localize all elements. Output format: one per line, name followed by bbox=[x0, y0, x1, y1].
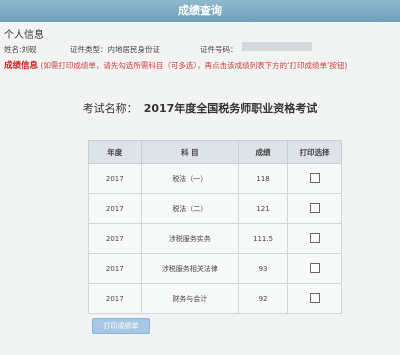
year-cell: 2017 bbox=[88, 163, 142, 194]
print-checkbox[interactable] bbox=[309, 232, 320, 243]
print-select-cell bbox=[287, 193, 342, 224]
print-select-cell bbox=[287, 163, 342, 194]
score-notice: 成绩信息 (如需打印成绩单，请先勾选所需科目（可多选），再点击该成绩列表下方的‘… bbox=[4, 60, 396, 72]
exam-name: 考试名称： 2017年度全国税务师职业资格考试 bbox=[0, 100, 400, 116]
exam-name-label: 考试名称： bbox=[82, 102, 138, 115]
table-row: 2017 财务与会计 92 bbox=[88, 283, 342, 314]
print-select-cell bbox=[287, 223, 342, 254]
table-row: 2017 涉税服务相关法律 93 bbox=[88, 253, 342, 284]
year-cell: 2017 bbox=[88, 283, 142, 314]
score-cell: 111.5 bbox=[238, 223, 289, 254]
print-checkbox[interactable] bbox=[309, 262, 320, 273]
page-title: 成绩查询 bbox=[178, 4, 222, 17]
print-select-cell bbox=[287, 253, 342, 284]
table-row: 2017 税法（二） 121 bbox=[88, 193, 342, 224]
score-cell: 121 bbox=[238, 193, 289, 224]
personal-info-heading: 个人信息 bbox=[4, 30, 44, 41]
id-number-field: 证件号码： bbox=[200, 42, 312, 58]
year-cell: 2017 bbox=[88, 223, 142, 254]
score-info-label: 成绩信息 bbox=[4, 61, 39, 71]
subject-cell: 税法（二） bbox=[140, 193, 240, 224]
personal-info-row: 姓名:刘砚 证件类型：内地居民身份证 证件号码： bbox=[4, 42, 396, 58]
page-title-bar: 成绩查询 bbox=[0, 0, 400, 22]
subject-cell: 涉税服务相关法律 bbox=[140, 253, 240, 284]
subject-cell: 财务与会计 bbox=[140, 283, 240, 314]
table-row: 2017 涉税服务实务 111.5 bbox=[88, 223, 342, 254]
year-cell: 2017 bbox=[88, 253, 142, 284]
subject-cell: 税法（一） bbox=[140, 163, 240, 194]
print-score-button[interactable]: 打印成绩单 bbox=[92, 318, 150, 334]
subject-cell: 涉税服务实务 bbox=[140, 223, 240, 254]
print-select-cell bbox=[287, 283, 342, 314]
id-number-label: 证件号码： bbox=[200, 45, 238, 54]
exam-name-value: 2017年度全国税务师职业资格考试 bbox=[143, 102, 318, 115]
table-header-row: 年度 科 目 成绩 打印选择 bbox=[88, 140, 342, 164]
print-checkbox[interactable] bbox=[309, 172, 320, 183]
year-cell: 2017 bbox=[88, 193, 142, 224]
col-year: 年度 bbox=[88, 140, 142, 164]
redacted-id-number bbox=[241, 42, 312, 51]
col-subject: 科 目 bbox=[140, 140, 240, 164]
score-cell: 93 bbox=[238, 253, 289, 284]
table-row: 2017 税法（一） 118 bbox=[88, 163, 342, 194]
score-table: 年度 科 目 成绩 打印选择 2017 税法（一） 118 2017 税法（二）… bbox=[88, 140, 342, 314]
col-score: 成绩 bbox=[238, 140, 289, 164]
col-print-select: 打印选择 bbox=[287, 140, 342, 164]
score-cell: 92 bbox=[238, 283, 289, 314]
name-label: 姓名:刘砚 bbox=[4, 45, 37, 54]
id-type-label: 证件类型：内地居民身份证 bbox=[70, 45, 160, 54]
score-cell: 118 bbox=[238, 163, 289, 194]
print-hint: (如需打印成绩单，请先勾选所需科目（可多选），再点击该成绩列表下方的‘打印成绩单… bbox=[40, 61, 348, 70]
print-checkbox[interactable] bbox=[309, 292, 320, 303]
print-checkbox[interactable] bbox=[309, 202, 320, 213]
